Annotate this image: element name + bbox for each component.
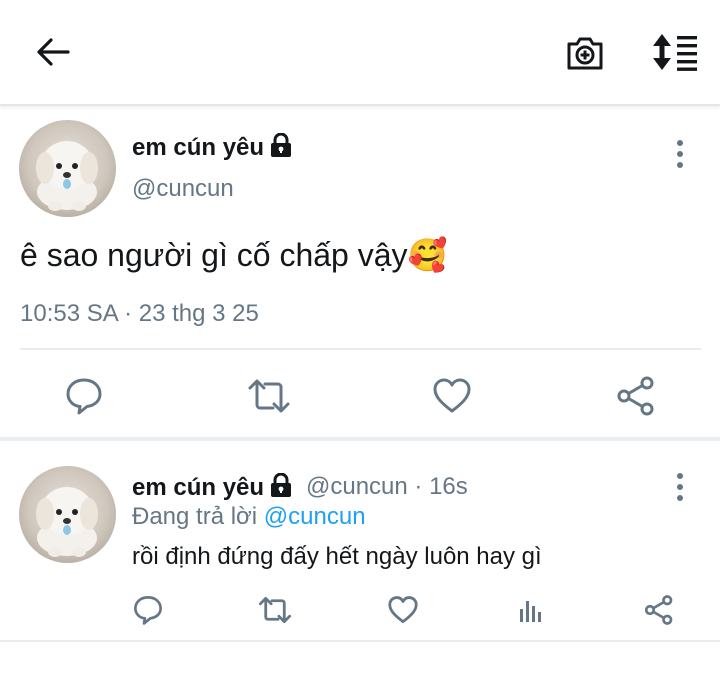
like-button[interactable]	[428, 374, 476, 418]
reply-avatar[interactable]	[19, 466, 116, 563]
sort-icon	[653, 34, 697, 71]
reply-share-button[interactable]	[639, 590, 679, 630]
like-icon	[388, 596, 418, 624]
share-icon	[644, 595, 673, 625]
retweet-button[interactable]	[244, 374, 294, 418]
tweet-timestamp[interactable]: 10:53 SA · 23 thg 3 25	[20, 300, 259, 328]
tweet-text-body: ê sao người gì cố chấp vậy	[20, 237, 408, 273]
retweet-icon	[258, 597, 292, 623]
reply-display-name[interactable]: em cún yêu	[132, 473, 292, 502]
analytics-button[interactable]	[511, 590, 551, 630]
display-name[interactable]: em cún yêu	[132, 133, 292, 162]
lock-icon	[271, 473, 292, 497]
tweet-text: ê sao người gì cố chấp vậy🥰	[20, 236, 447, 274]
avatar[interactable]	[19, 120, 116, 217]
sort-replies-button[interactable]	[650, 30, 700, 74]
like-icon	[433, 378, 471, 413]
analytics-icon	[520, 601, 541, 622]
reply-retweet-button[interactable]	[254, 590, 296, 630]
reply-icon	[134, 596, 162, 625]
reply-handle-time[interactable]: @cuncun · 16s	[306, 473, 468, 501]
share-icon	[617, 376, 654, 416]
arrow-left-icon	[37, 38, 70, 66]
handle[interactable]: @cuncun	[132, 175, 234, 203]
puppy-avatar-image	[36, 141, 98, 211]
top-app-bar	[0, 0, 720, 106]
reply-button[interactable]	[60, 374, 108, 418]
add-photo-button[interactable]	[562, 32, 608, 74]
reply-reply-button[interactable]	[128, 590, 168, 630]
reply-like-button[interactable]	[383, 590, 423, 630]
reply-icon	[66, 378, 102, 415]
puppy-avatar-image	[36, 487, 98, 557]
share-button[interactable]	[612, 374, 660, 418]
replying-to-mention[interactable]: @cuncun	[264, 503, 366, 530]
reply-display-name-text: em cún yêu	[132, 474, 265, 501]
more-options-icon[interactable]	[675, 140, 685, 168]
replying-to-prefix: Đang trả lời	[132, 503, 258, 530]
bottom-divider	[0, 640, 720, 642]
back-button[interactable]	[30, 32, 76, 72]
lock-icon	[271, 133, 292, 157]
add-photo-icon	[567, 37, 603, 70]
reply-text: rồi định đứng đấy hết ngày luôn hay gì	[132, 543, 542, 570]
display-name-text: em cún yêu	[132, 134, 265, 161]
replying-to: Đang trả lời @cuncun	[132, 503, 366, 531]
divider	[20, 348, 701, 350]
smiling-face-with-hearts-emoji: 🥰	[407, 236, 448, 274]
retweet-icon	[248, 379, 290, 413]
section-divider	[0, 437, 720, 441]
reply-more-options-icon[interactable]	[675, 473, 685, 501]
